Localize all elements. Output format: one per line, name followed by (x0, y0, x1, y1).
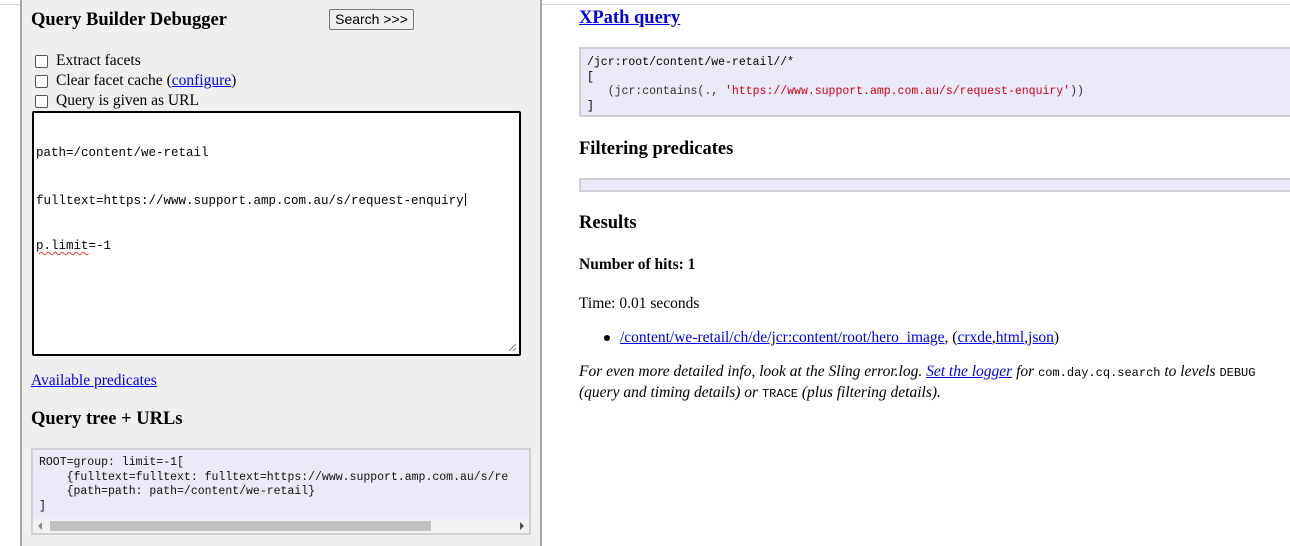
info-text: to levels (1160, 363, 1220, 380)
query-textarea[interactable]: path=/content/we-retail fulltext=https:/… (32, 111, 521, 356)
xpath-query-link[interactable]: XPath query (579, 8, 680, 28)
list-item: /content/we-retail/ch/de/jcr:content/roo… (579, 329, 1059, 347)
logger-name: com.day.cq.search (1038, 366, 1161, 380)
query-line-text: fulltext=https://www.support.amp.com.au/… (36, 193, 464, 208)
search-button[interactable]: Search >>> (329, 9, 414, 30)
json-link[interactable]: json (1028, 329, 1054, 347)
clear-cache-option[interactable]: Clear facet cache (configure) (31, 71, 236, 91)
xpath-query-box: /jcr:root/content/we-retail//* [ (jcr:co… (579, 47, 1290, 117)
scrollbar-thumb[interactable] (50, 521, 431, 531)
configure-link[interactable]: configure (172, 72, 231, 90)
xpath-code: /jcr:root/content/we-retail//* [ (jcr:co… (587, 56, 1084, 114)
debug-info-text: For even more detailed info, look at the… (579, 362, 1284, 404)
query-builder-panel: Query Builder Debugger Search >>> Extrac… (20, 0, 542, 546)
scroll-left-icon[interactable] (38, 522, 42, 530)
xpath-line: /jcr:root/content/we-retail//* (587, 56, 795, 69)
xpath-query-heading: XPath query (579, 7, 680, 29)
xpath-line: (jcr:contains(., (587, 85, 726, 98)
query-line: path=/content/we-retail (36, 146, 209, 160)
xpath-line-end: )) (1070, 85, 1084, 98)
debug-level: DEBUG (1219, 366, 1256, 380)
query-as-url-label: Query is given as URL (56, 92, 199, 109)
result-separator: ) (1053, 329, 1060, 346)
resize-grip-icon[interactable] (508, 343, 517, 352)
query-as-url-option[interactable]: Query is given as URL (31, 91, 199, 111)
clear-cache-label: Clear facet cache ( (56, 72, 172, 89)
results-heading: Results (579, 213, 637, 233)
extract-facets-label: Extract facets (56, 52, 141, 69)
filtering-predicates-box (579, 178, 1290, 192)
xpath-line: ] (587, 99, 594, 113)
info-text: for (1012, 363, 1039, 380)
query-time: Time: 0.01 seconds (579, 295, 700, 312)
info-text: For even more detailed info, look at the… (579, 363, 927, 380)
html-link[interactable]: html (996, 329, 1024, 347)
extract-facets-option[interactable]: Extract facets (31, 51, 141, 71)
scroll-right-icon[interactable] (520, 522, 524, 530)
query-tree-code: ROOT=group: limit=-1[ {fulltext=fulltext… (39, 456, 509, 513)
page-title: Query Builder Debugger (31, 10, 227, 30)
xpath-line: [ (587, 70, 594, 84)
extract-facets-checkbox[interactable] (35, 54, 48, 68)
results-panel: XPath query /jcr:root/content/we-retail/… (579, 0, 1290, 546)
xpath-string-literal: 'https://www.support.amp.com.au/s/reques… (725, 85, 1071, 98)
result-list: /content/we-retail/ch/de/jcr:content/roo… (579, 329, 1059, 347)
filtering-predicates-heading: Filtering predicates (579, 139, 734, 159)
info-text: (query and timing details) or (579, 384, 762, 401)
bullet-icon (604, 335, 610, 341)
text-caret (464, 192, 466, 206)
info-text: (plus filtering details). (797, 384, 941, 401)
crxde-link[interactable]: crxde (957, 329, 991, 347)
query-as-url-checkbox[interactable] (35, 94, 48, 108)
query-line: fulltext=https://www.support.amp.com.au/… (36, 192, 517, 209)
query-tree-title: Query tree + URLs (31, 409, 183, 429)
hit-count: Number of hits: 1 (579, 256, 696, 273)
spellcheck-word: p.limit (36, 239, 89, 253)
result-path-link[interactable]: /content/we-retail/ch/de/jcr:content/roo… (620, 329, 945, 347)
horizontal-scrollbar[interactable] (33, 519, 529, 533)
set-logger-link[interactable]: Set the logger (926, 363, 1012, 380)
available-predicates-link[interactable]: Available predicates (31, 372, 157, 390)
query-tree-box: ROOT=group: limit=-1[ {fulltext=fulltext… (31, 448, 531, 535)
result-separator: , ( (944, 329, 958, 346)
query-line-text: =-1 (88, 239, 112, 253)
query-line: p.limit=-1 (36, 239, 517, 255)
clear-cache-label-end: ) (231, 72, 237, 89)
trace-level: TRACE (761, 387, 798, 401)
clear-cache-checkbox[interactable] (35, 74, 48, 88)
